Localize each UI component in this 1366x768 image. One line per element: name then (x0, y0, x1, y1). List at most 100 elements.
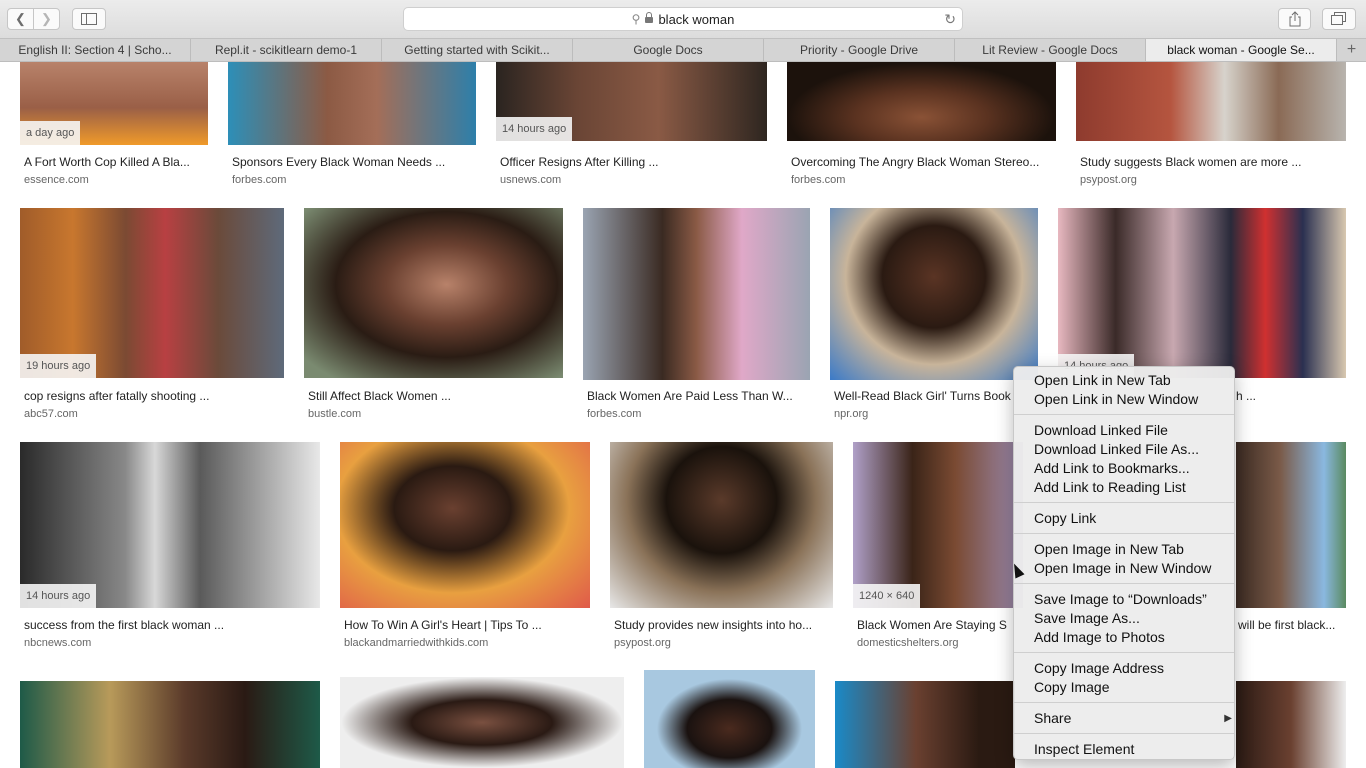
forward-button[interactable]: ❯ (33, 8, 60, 30)
result-title[interactable]: h ... (1236, 389, 1256, 403)
result-card[interactable]: Still Affect Black Women ... bustle.com (304, 208, 563, 422)
menu-open-image-new-tab[interactable]: Open Image in New Tab (1034, 540, 1224, 559)
result-title[interactable]: A Fort Worth Cop Killed A Bla... (24, 155, 190, 169)
result-image[interactable] (340, 442, 590, 608)
result-card[interactable]: Well-Read Black Girl' Turns Book npr.org (830, 208, 1038, 422)
tab-lit-review[interactable]: Lit Review - Google Docs (955, 39, 1146, 61)
result-card[interactable] (644, 670, 815, 768)
result-title[interactable]: Overcoming The Angry Black Woman Stereo.… (791, 155, 1039, 169)
result-image[interactable]: 14 hours ago (1058, 208, 1346, 378)
result-card[interactable]: a day ago A Fort Worth Cop Killed A Bla.… (20, 62, 208, 192)
show-all-tabs-button[interactable] (1322, 8, 1356, 30)
result-source[interactable]: psypost.org (1080, 174, 1137, 186)
result-image[interactable]: 19 hours ago (20, 208, 284, 378)
result-card[interactable]: Study suggests Black women are more ... … (1076, 62, 1346, 192)
result-title[interactable]: cop resigns after fatally shooting ... (24, 389, 209, 403)
result-source[interactable]: forbes.com (232, 174, 286, 186)
menu-share[interactable]: Share ▶ (1034, 709, 1232, 728)
sidebar-toggle-button[interactable] (72, 8, 106, 30)
menu-add-link-to-reading-list[interactable]: Add Link to Reading List (1034, 478, 1224, 497)
result-image[interactable] (1076, 62, 1346, 141)
result-image[interactable] (610, 442, 833, 608)
result-title[interactable]: success from the first black woman ... (24, 618, 224, 632)
result-image[interactable] (304, 208, 563, 378)
result-image[interactable]: 1240 × 640 (853, 442, 1023, 608)
result-title[interactable]: Officer Resigns After Killing ... (500, 155, 659, 169)
result-title[interactable]: Black Women Are Paid Less Than W... (587, 389, 793, 403)
result-title[interactable]: Still Affect Black Women ... (308, 389, 451, 403)
result-card[interactable] (340, 677, 624, 768)
result-source[interactable]: bustle.com (308, 408, 361, 420)
menu-download-linked-file-as[interactable]: Download Linked File As... (1034, 440, 1224, 459)
result-title[interactable]: Study suggests Black women are more ... (1080, 155, 1301, 169)
result-image[interactable] (644, 670, 815, 768)
result-image[interactable]: 14 hours ago (20, 442, 320, 608)
result-title[interactable]: Study provides new insights into ho... (614, 618, 812, 632)
result-card[interactable]: How To Win A Girl's Heart | Tips To ... … (340, 442, 590, 652)
result-source[interactable]: forbes.com (791, 174, 845, 186)
tab-black-woman-search[interactable]: black woman - Google Se... (1146, 39, 1337, 61)
result-image[interactable] (1236, 681, 1346, 768)
back-button[interactable]: ❮ (7, 8, 34, 30)
result-source[interactable]: npr.org (834, 408, 868, 420)
new-tab-button[interactable]: + (1337, 39, 1366, 61)
result-image[interactable]: 14 hours ago (496, 62, 767, 141)
result-image[interactable] (583, 208, 810, 380)
result-source[interactable]: usnews.com (500, 174, 561, 186)
result-image[interactable]: a day ago (20, 62, 208, 145)
menu-copy-image[interactable]: Copy Image (1034, 678, 1224, 697)
result-image[interactable] (1236, 442, 1346, 608)
menu-open-image-new-window[interactable]: Open Image in New Window (1034, 559, 1224, 578)
menu-copy-link[interactable]: Copy Link (1034, 509, 1224, 528)
result-card[interactable]: 14 hours ago Officer Resigns After Killi… (496, 62, 767, 192)
result-title[interactable]: will be first black... (1238, 618, 1335, 632)
menu-add-link-to-bookmarks[interactable]: Add Link to Bookmarks... (1034, 459, 1224, 478)
result-card[interactable]: will be first black... (1236, 442, 1346, 652)
tab-google-docs[interactable]: Google Docs (573, 39, 764, 61)
result-card[interactable] (835, 681, 1015, 768)
tab-priority-drive[interactable]: Priority - Google Drive (764, 39, 955, 61)
menu-open-link-new-window[interactable]: Open Link in New Window (1034, 390, 1224, 409)
result-card[interactable]: Study provides new insights into ho... p… (610, 442, 833, 652)
result-image[interactable] (787, 62, 1056, 141)
result-source[interactable]: psypost.org (614, 637, 671, 649)
result-source[interactable]: domesticshelters.org (857, 637, 959, 649)
menu-inspect-element[interactable]: Inspect Element (1034, 740, 1224, 759)
result-card[interactable]: 14 hours ago success from the first blac… (20, 442, 320, 652)
result-card[interactable]: 1240 × 640 Black Women Are Staying S dom… (853, 442, 1023, 652)
tab-label: Getting started with Scikit... (404, 43, 550, 57)
result-image[interactable] (835, 681, 1015, 768)
result-title[interactable]: How To Win A Girl's Heart | Tips To ... (344, 618, 542, 632)
tab-english[interactable]: English II: Section 4 | Scho... (0, 39, 191, 61)
menu-open-link-new-tab[interactable]: Open Link in New Tab (1034, 371, 1224, 390)
share-button[interactable] (1278, 8, 1311, 30)
result-source[interactable]: abc57.com (24, 408, 78, 420)
result-title[interactable]: Black Women Are Staying S (857, 618, 1007, 632)
address-bar[interactable]: ⚲ black woman ↻ (403, 7, 963, 31)
result-card[interactable]: Black Women Are Paid Less Than W... forb… (583, 208, 810, 422)
result-source[interactable]: forbes.com (587, 408, 641, 420)
result-card[interactable] (20, 681, 320, 768)
result-card[interactable] (1236, 681, 1346, 768)
result-source[interactable]: essence.com (24, 174, 89, 186)
result-image[interactable] (228, 62, 476, 145)
menu-download-linked-file[interactable]: Download Linked File (1034, 421, 1224, 440)
menu-save-image-as[interactable]: Save Image As... (1034, 609, 1224, 628)
result-image[interactable] (830, 208, 1038, 380)
result-image[interactable] (20, 681, 320, 768)
reload-icon[interactable]: ↻ (944, 11, 956, 28)
menu-add-image-to-photos[interactable]: Add Image to Photos (1034, 628, 1224, 647)
result-title[interactable]: Sponsors Every Black Woman Needs ... (232, 155, 445, 169)
tab-scikit[interactable]: Getting started with Scikit... (382, 39, 573, 61)
result-title[interactable]: Well-Read Black Girl' Turns Book (834, 389, 1011, 403)
menu-save-image-to-downloads[interactable]: Save Image to “Downloads” (1034, 590, 1224, 609)
result-source[interactable]: nbcnews.com (24, 637, 91, 649)
result-card[interactable]: Overcoming The Angry Black Woman Stereo.… (787, 62, 1056, 192)
result-card[interactable]: Sponsors Every Black Woman Needs ... for… (228, 62, 476, 192)
result-source[interactable]: blackandmarriedwithkids.com (344, 637, 488, 649)
tab-bar: English II: Section 4 | Scho... Repl.it … (0, 38, 1366, 62)
tab-replit[interactable]: Repl.it - scikitlearn demo-1 (191, 39, 382, 61)
result-card[interactable]: 19 hours ago cop resigns after fatally s… (20, 208, 284, 422)
menu-copy-image-address[interactable]: Copy Image Address (1034, 659, 1224, 678)
result-image[interactable] (340, 677, 624, 768)
